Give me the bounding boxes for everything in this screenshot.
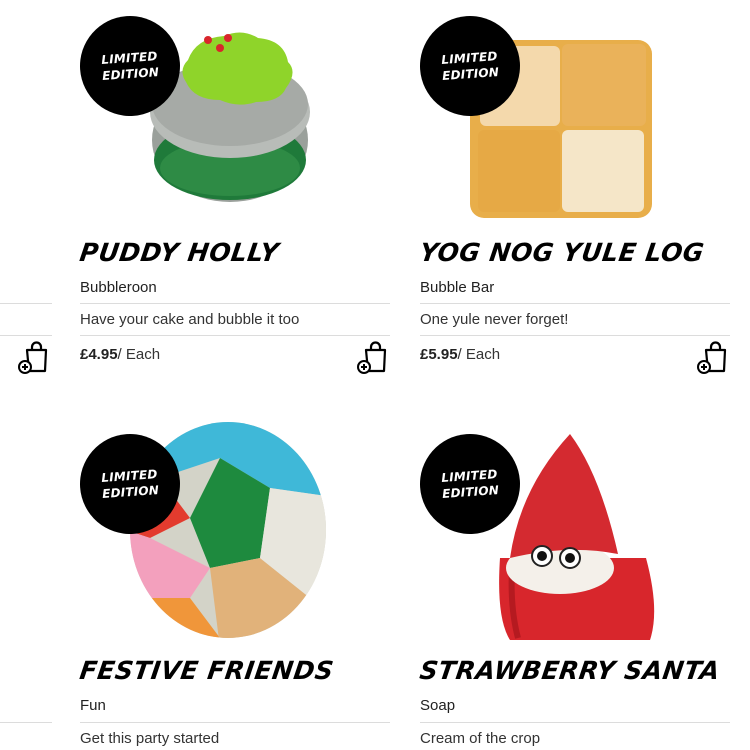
product-category: Bubbleroon xyxy=(80,279,157,296)
add-to-basket-button[interactable] xyxy=(356,340,390,374)
add-to-basket-button[interactable] xyxy=(17,340,51,374)
badge-line: EDITION xyxy=(441,483,500,501)
product-category: Bubble Bar xyxy=(420,279,495,296)
price-unit: / Each xyxy=(117,346,161,363)
price-line: £5.95/ Each xyxy=(420,346,500,363)
divider xyxy=(0,303,52,304)
divider xyxy=(420,335,730,336)
product-tagline: Have your cake and bubble it too xyxy=(80,311,300,328)
add-to-basket-icon xyxy=(18,341,48,374)
divider xyxy=(0,335,52,336)
divider xyxy=(80,335,390,336)
divider xyxy=(420,303,730,304)
product-tagline: Get this party started xyxy=(80,730,220,747)
product-title[interactable]: PUDDY HOLLY xyxy=(78,238,281,267)
product-category: Soap xyxy=(420,697,456,714)
divider xyxy=(80,303,390,304)
badge-line: EDITION xyxy=(101,65,160,83)
price-line: £4.95/ Each xyxy=(80,346,160,363)
divider xyxy=(80,722,390,723)
product-title[interactable]: FESTIVE FRIENDS xyxy=(78,656,336,685)
divider xyxy=(420,722,730,723)
badge-line: EDITION xyxy=(101,483,160,501)
add-to-basket-button[interactable] xyxy=(696,340,730,374)
badge-line: EDITION xyxy=(441,65,500,83)
add-to-basket-icon xyxy=(357,341,387,374)
product-category: Fun xyxy=(80,697,106,714)
divider xyxy=(0,722,52,723)
product-price: £4.95 xyxy=(80,346,118,363)
product-title[interactable]: YOG NOG YULE LOG xyxy=(418,238,706,267)
add-to-basket-icon xyxy=(697,341,727,374)
product-price: £5.95 xyxy=(420,346,458,363)
product-tagline: One yule never forget! xyxy=(420,311,569,328)
price-unit: / Each xyxy=(457,346,501,363)
product-title[interactable]: STRAWBERRY SANTA xyxy=(418,656,722,685)
product-tagline: Cream of the crop xyxy=(420,730,541,747)
